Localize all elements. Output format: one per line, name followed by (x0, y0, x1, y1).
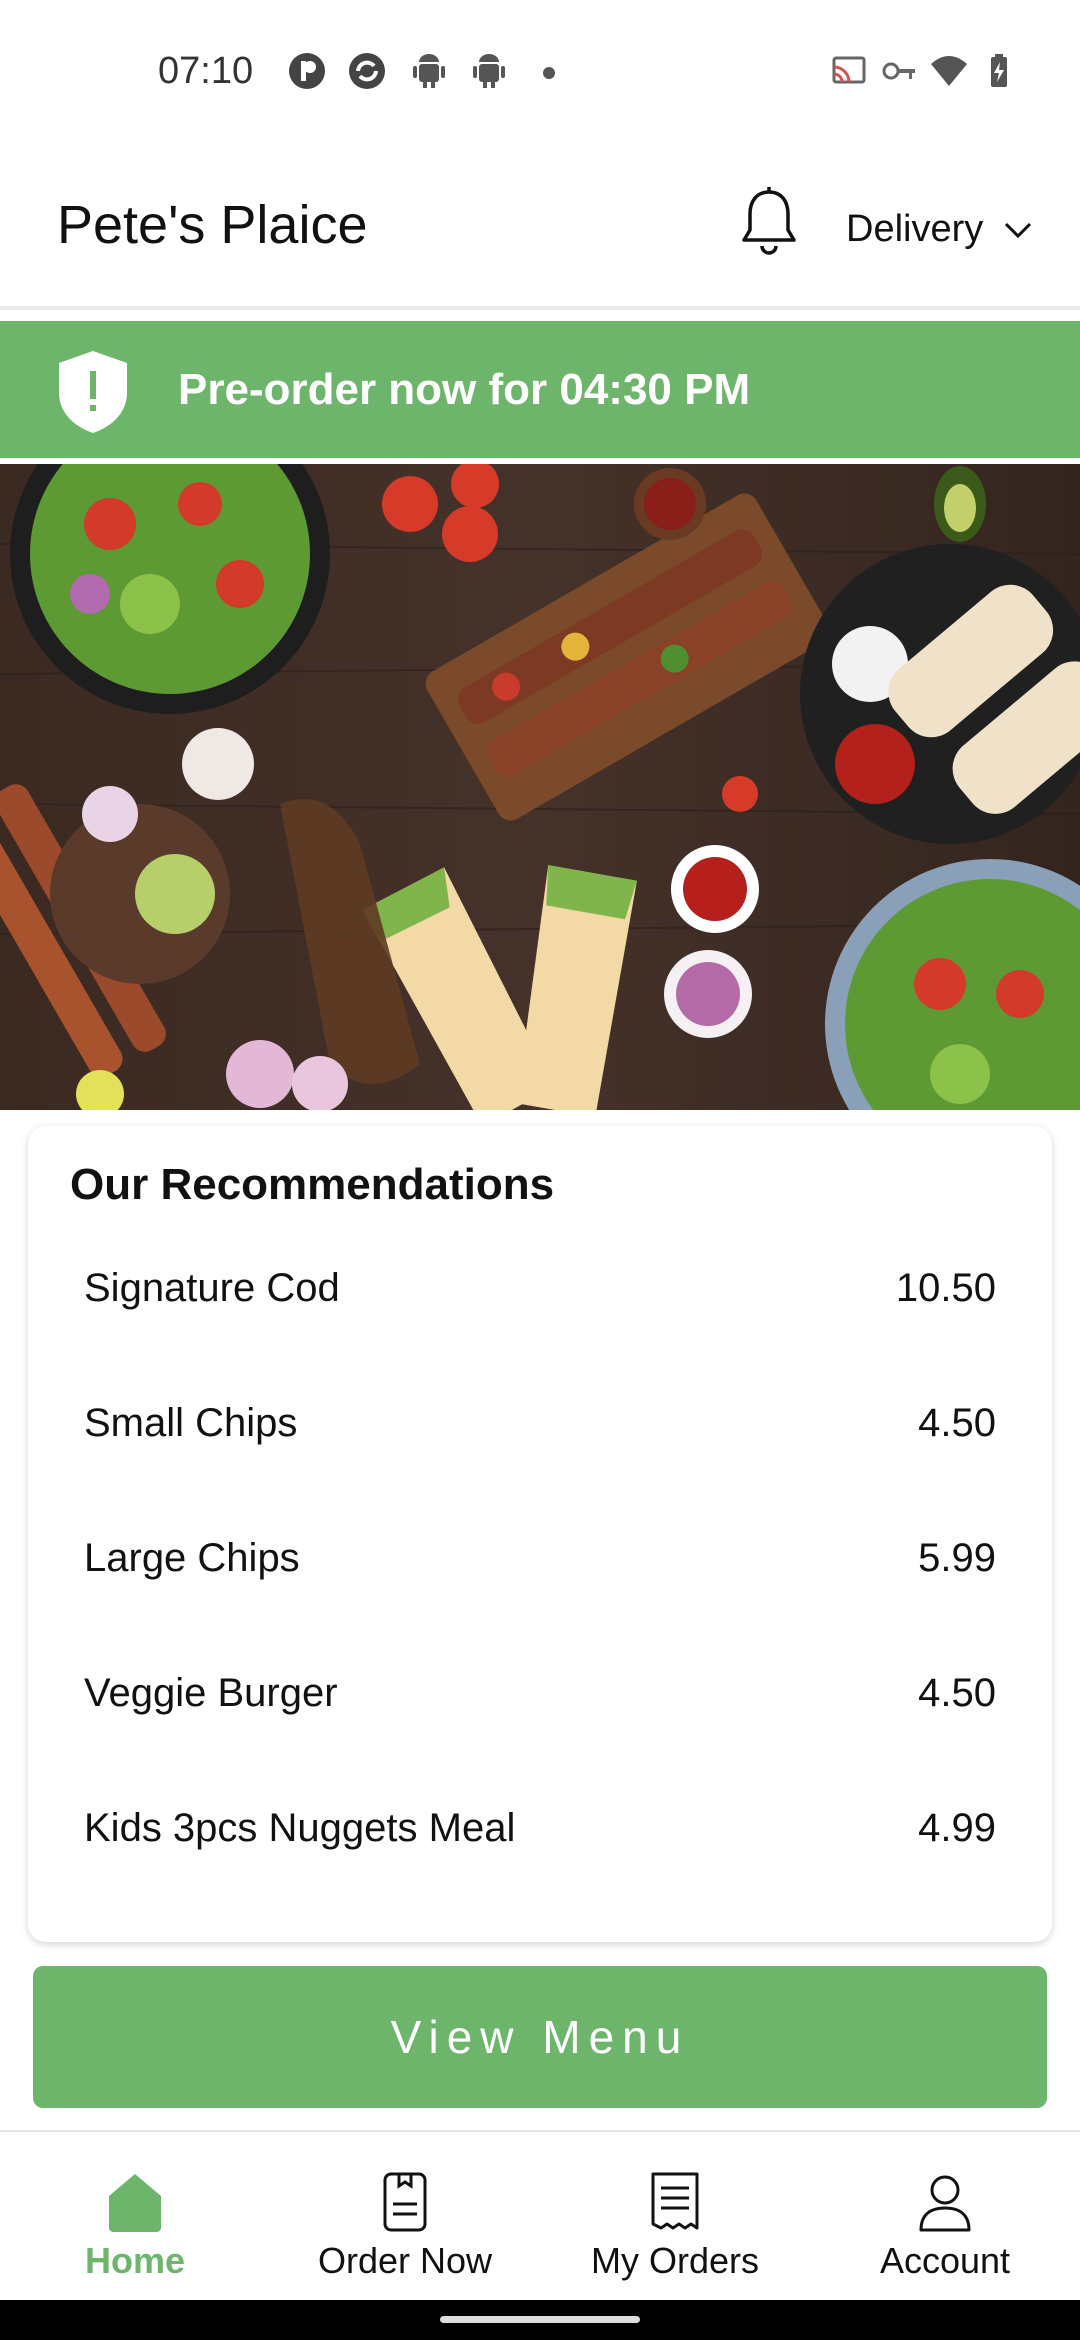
order-icon (383, 2172, 427, 2232)
app-bar: Pete's Plaice Delivery (0, 150, 1080, 310)
android-icon (413, 54, 445, 88)
sync-icon (349, 53, 385, 89)
item-name: Large Chips (84, 1536, 300, 1580)
bell-icon[interactable] (740, 186, 798, 258)
item-price: 4.50 (918, 1671, 996, 1715)
nav-order-now[interactable]: Order Now (270, 2132, 540, 2302)
preorder-text: Pre-order now for 04:30 PM (178, 365, 751, 414)
recommendations-card: Our Recommendations Signature Cod 10.50 … (28, 1126, 1052, 1942)
item-name: Veggie Burger (84, 1671, 338, 1715)
bottom-nav: Home Order Now My Orders Account (0, 2130, 1080, 2302)
item-price: 10.50 (895, 1266, 996, 1310)
preorder-banner: Pre-order now for 04:30 PM (0, 321, 1080, 458)
notification-dot (543, 67, 555, 79)
nav-label: Account (879, 2240, 1011, 2281)
p-app-icon (289, 53, 325, 89)
android-icon (473, 54, 505, 88)
recommendation-item[interactable]: Small Chips 4.50 (28, 1381, 1052, 1481)
item-price: 4.99 (918, 1806, 996, 1850)
item-name: Small Chips (84, 1401, 298, 1445)
cast-icon (832, 56, 866, 84)
status-bar: 07:10 (0, 0, 1080, 150)
delivery-mode-selector[interactable]: Delivery (846, 208, 983, 251)
recommendations-heading: Our Recommendations (70, 1160, 555, 1209)
nav-account[interactable]: Account (810, 2132, 1080, 2302)
receipt-icon (651, 2172, 699, 2230)
item-price: 5.99 (918, 1536, 996, 1580)
chevron-down-icon[interactable] (1004, 220, 1032, 240)
food-illustration (0, 464, 1080, 1110)
shield-alert-icon (59, 351, 127, 433)
nav-label: Order Now (317, 2240, 493, 2281)
battery-charging-icon (991, 54, 1007, 87)
recommendation-item[interactable]: Large Chips 5.99 (28, 1516, 1052, 1616)
view-menu-button[interactable]: View Menu (33, 1966, 1047, 2108)
recommendation-item[interactable]: Signature Cod 10.50 (28, 1246, 1052, 1346)
user-icon (919, 2175, 971, 2232)
item-name: Signature Cod (84, 1266, 340, 1310)
item-price: 4.50 (918, 1401, 996, 1445)
nav-label: Home (84, 2240, 186, 2281)
restaurant-title: Pete's Plaice (57, 195, 368, 255)
hero-food-image (0, 464, 1080, 1110)
nav-label: My Orders (590, 2240, 759, 2281)
gesture-bar (0, 2300, 1080, 2340)
recommendation-item[interactable]: Kids 3pcs Nuggets Meal 4.99 (28, 1786, 1052, 1886)
item-name: Kids 3pcs Nuggets Meal (84, 1806, 516, 1850)
status-time: 07:10 (158, 50, 254, 92)
recommendation-item[interactable]: Veggie Burger 4.50 (28, 1651, 1052, 1751)
home-icon (109, 2174, 161, 2232)
home-indicator[interactable] (440, 2316, 640, 2323)
nav-my-orders[interactable]: My Orders (540, 2132, 810, 2302)
nav-home[interactable]: Home (0, 2132, 270, 2302)
wifi-icon (931, 56, 967, 86)
key-icon (882, 62, 915, 80)
